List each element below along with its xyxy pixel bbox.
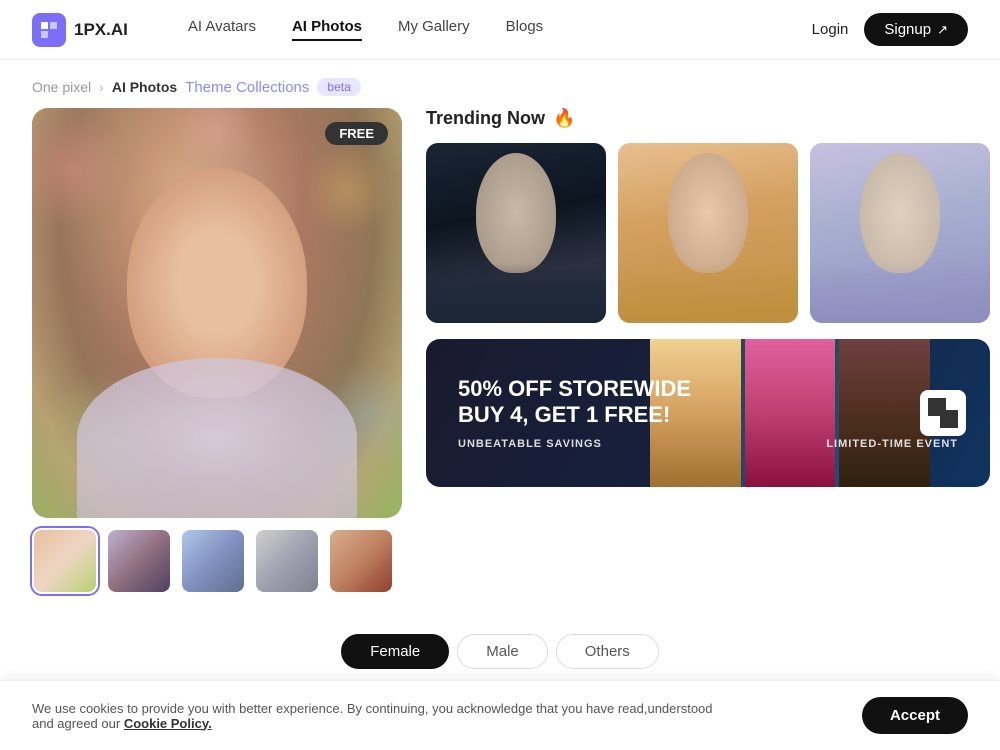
- thumbnail-row: [32, 528, 402, 594]
- ad-headline: 50% OFF STOREWIDE BUY 4, GET 1 FREE!: [458, 376, 958, 429]
- filter-others[interactable]: Others: [556, 634, 659, 669]
- filter-section: Female Male Others: [0, 618, 1000, 685]
- breadcrumb-section: Theme Collections: [185, 79, 309, 96]
- logo-text: 1PX.AI: [74, 20, 128, 40]
- dress-simulation: [77, 358, 357, 518]
- thumbnail-2[interactable]: [106, 528, 172, 594]
- breadcrumb-root[interactable]: One pixel: [32, 79, 91, 95]
- filter-male[interactable]: Male: [457, 634, 548, 669]
- cookie-banner: We use cookies to provide you with bette…: [0, 680, 1000, 750]
- fire-icon: 🔥: [553, 108, 575, 129]
- signup-button[interactable]: Signup ↗: [864, 13, 968, 46]
- signup-label: Signup: [884, 21, 931, 38]
- hero-image: FREE: [32, 108, 402, 518]
- cookie-text: We use cookies to provide you with bette…: [32, 701, 732, 731]
- thumbnail-5[interactable]: [328, 528, 394, 594]
- logo-icon: [32, 13, 66, 47]
- free-badge: FREE: [325, 122, 388, 145]
- breadcrumb-current: AI Photos: [112, 79, 177, 95]
- navbar: 1PX.AI AI Avatars AI Photos My Gallery B…: [0, 0, 1000, 60]
- trending-grid: [426, 143, 990, 323]
- breadcrumb: One pixel › AI Photos Theme Collections …: [0, 60, 1000, 108]
- ad-banner[interactable]: 50% OFF STOREWIDE BUY 4, GET 1 FREE! UNB…: [426, 339, 990, 487]
- trending-title: Trending Now: [426, 108, 545, 129]
- trending-header: Trending Now 🔥: [426, 108, 990, 129]
- thumbnail-3[interactable]: [180, 528, 246, 594]
- login-button[interactable]: Login: [812, 21, 849, 38]
- trending-card-3[interactable]: [810, 143, 990, 323]
- main-content: FREE Trending Now 🔥: [0, 108, 1000, 594]
- logo[interactable]: 1PX.AI: [32, 13, 128, 47]
- nav-my-gallery[interactable]: My Gallery: [398, 18, 470, 41]
- thumbnail-4[interactable]: [254, 528, 320, 594]
- ad-event: LIMITED-TIME EVENT: [826, 438, 958, 450]
- trending-card-1[interactable]: [426, 143, 606, 323]
- hero-section: FREE: [32, 108, 402, 594]
- nav-links: AI Avatars AI Photos My Gallery Blogs: [188, 18, 812, 41]
- cookie-accept-button[interactable]: Accept: [862, 697, 968, 734]
- ad-text: 50% OFF STOREWIDE BUY 4, GET 1 FREE! UNB…: [458, 376, 958, 451]
- nav-ai-photos[interactable]: AI Photos: [292, 18, 362, 41]
- cookie-policy-link[interactable]: Cookie Policy.: [124, 716, 212, 731]
- nav-ai-avatars[interactable]: AI Avatars: [188, 18, 256, 41]
- signup-arrow-icon: ↗: [937, 22, 948, 38]
- trending-card-2[interactable]: [618, 143, 798, 323]
- breadcrumb-separator: ›: [99, 79, 104, 95]
- thumbnail-1[interactable]: [32, 528, 98, 594]
- filter-female[interactable]: Female: [341, 634, 449, 669]
- nav-right: Login Signup ↗: [812, 13, 968, 46]
- nav-blogs[interactable]: Blogs: [506, 18, 544, 41]
- beta-badge: beta: [317, 78, 360, 96]
- ad-subtext: UNBEATABLE SAVINGS LIMITED-TIME EVENT: [458, 438, 958, 450]
- hero-portrait: [32, 108, 402, 518]
- right-section: Trending Now 🔥: [426, 108, 990, 594]
- ad-savings: UNBEATABLE SAVINGS: [458, 438, 602, 450]
